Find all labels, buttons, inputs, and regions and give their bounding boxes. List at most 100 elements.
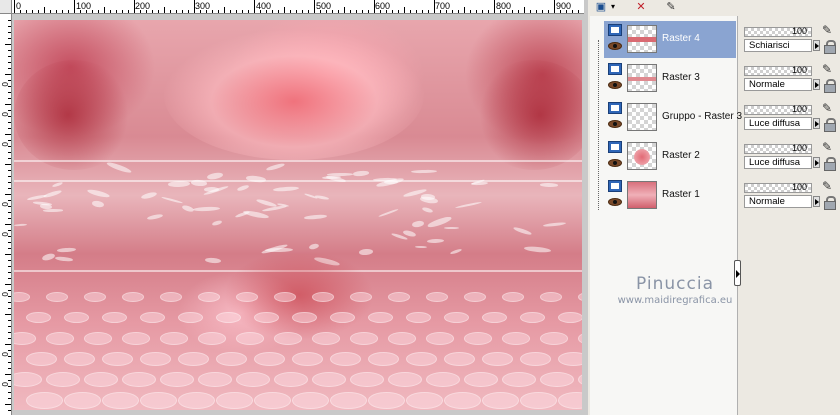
brush-icon[interactable]: ✎ [822, 179, 838, 193]
bubble [426, 292, 448, 302]
ruler-tick [284, 7, 285, 13]
ruler-tick [8, 356, 11, 357]
ruler-tick [176, 10, 177, 13]
delete-layer-icon[interactable]: ✕ [632, 0, 650, 14]
dropdown-arrow-icon[interactable]: ▾ [608, 0, 618, 14]
brush-icon[interactable]: ✎ [822, 23, 838, 37]
layer-row-raster-3[interactable]: Raster 3 [604, 60, 736, 97]
left-ruler[interactable]: 0 0 0 0 0 0 0 0 [0, 14, 12, 415]
eye-icon[interactable] [608, 159, 622, 167]
ruler-tick [524, 7, 525, 13]
ruler-tick [38, 10, 39, 13]
petal [308, 242, 321, 251]
brush-icon[interactable]: ✎ [822, 62, 838, 76]
ruler-tick [500, 10, 501, 13]
eye-icon[interactable] [608, 81, 622, 89]
bubble [330, 352, 361, 366]
opacity-slider[interactable]: 100 [744, 26, 812, 37]
ruler-tick [8, 38, 11, 39]
layer-type-icon[interactable] [608, 102, 622, 114]
petal [272, 186, 299, 193]
eye-icon[interactable] [608, 198, 622, 206]
ruler-tick [8, 338, 11, 339]
blend-mode-select[interactable]: Schiarisci [744, 39, 812, 52]
blend-mode-select[interactable]: Luce diffusa [744, 117, 812, 130]
bubble [520, 312, 545, 324]
bubble [216, 312, 241, 324]
ruler-tick [512, 10, 513, 13]
edit-brush-icon[interactable]: ✎ [662, 0, 680, 14]
brush-icon[interactable]: ✎ [822, 101, 838, 115]
lock-icon[interactable] [822, 196, 836, 210]
opacity-value: 100 [791, 26, 807, 36]
ruler-tick [8, 290, 11, 291]
petal [410, 169, 437, 174]
eye-icon[interactable] [608, 42, 622, 50]
ruler-tick [5, 134, 11, 135]
ruler-label: 900 [556, 1, 572, 11]
layer-row-raster-2[interactable]: Raster 2 [604, 138, 736, 175]
bubble [406, 312, 431, 324]
blend-mode-select[interactable]: Luce diffusa [744, 156, 812, 169]
blend-dropdown-arrow-icon[interactable] [813, 157, 820, 168]
rose-right [474, 60, 582, 170]
top-ruler[interactable]: 0 100 200 300 400 500 600 700 800 900 [12, 0, 584, 14]
petal [303, 214, 328, 221]
petal [455, 201, 483, 210]
bubble [520, 352, 551, 366]
bubble [140, 392, 177, 409]
layer-type-icon[interactable] [608, 63, 622, 75]
bubble [540, 372, 574, 388]
opacity-slider[interactable]: 100 [744, 143, 812, 154]
artwork-image[interactable] [14, 20, 582, 410]
opacity-slider[interactable]: 100 [744, 182, 812, 193]
blend-dropdown-arrow-icon[interactable] [813, 118, 820, 129]
layer-type-icon[interactable] [608, 180, 622, 192]
opacity-slider[interactable]: 100 [744, 65, 812, 76]
lock-icon[interactable] [822, 118, 836, 132]
ruler-tick [8, 206, 11, 207]
opacity-slider[interactable]: 100 [744, 104, 812, 115]
layer-row-raster-1[interactable]: Raster 1 [604, 177, 736, 214]
bubble [274, 292, 296, 302]
ruler-label: 100 [76, 1, 92, 11]
ruler-tick [110, 10, 111, 13]
bubble [46, 292, 68, 302]
bubble [444, 392, 481, 409]
canvas-area[interactable]: 0 100 200 300 400 500 600 700 800 900 0 … [0, 0, 588, 415]
brush-icon[interactable]: ✎ [822, 140, 838, 154]
ruler-tick [386, 10, 387, 13]
lock-icon[interactable] [822, 40, 836, 54]
blend-mode-select[interactable]: Normale [744, 195, 812, 208]
blend-mode-select[interactable]: Normale [744, 78, 812, 91]
blend-dropdown-arrow-icon[interactable] [813, 79, 820, 90]
ruler-tick [8, 68, 11, 69]
layer-type-icon[interactable] [608, 24, 622, 36]
bubble [122, 372, 156, 388]
layer-type-icon[interactable] [608, 141, 622, 153]
bubble [14, 332, 36, 345]
layer-row-raster-4[interactable]: Raster 4 [604, 21, 736, 58]
ruler-label: 700 [435, 1, 451, 11]
lock-icon[interactable] [822, 157, 836, 171]
blend-dropdown-arrow-icon[interactable] [813, 196, 820, 207]
lock-icon[interactable] [822, 79, 836, 93]
ruler-tick [8, 176, 11, 177]
ruler-tick [26, 10, 27, 13]
eye-icon[interactable] [608, 120, 622, 128]
ruler-tick [8, 26, 11, 27]
ruler-tick [530, 10, 531, 13]
petal [411, 219, 425, 228]
bubble [312, 292, 334, 302]
ruler-tick [374, 0, 375, 13]
ruler-tick [8, 32, 11, 33]
bubble [464, 332, 492, 345]
bubble [368, 352, 399, 366]
ruler-tick [254, 0, 255, 13]
watermark-name: Pinuccia [636, 274, 714, 294]
ruler-tick [104, 7, 105, 13]
bubble [426, 372, 460, 388]
petal [161, 196, 183, 205]
blend-dropdown-arrow-icon[interactable] [813, 40, 820, 51]
layer-row-group-raster-3[interactable]: Gruppo - Raster 3 [604, 99, 742, 136]
